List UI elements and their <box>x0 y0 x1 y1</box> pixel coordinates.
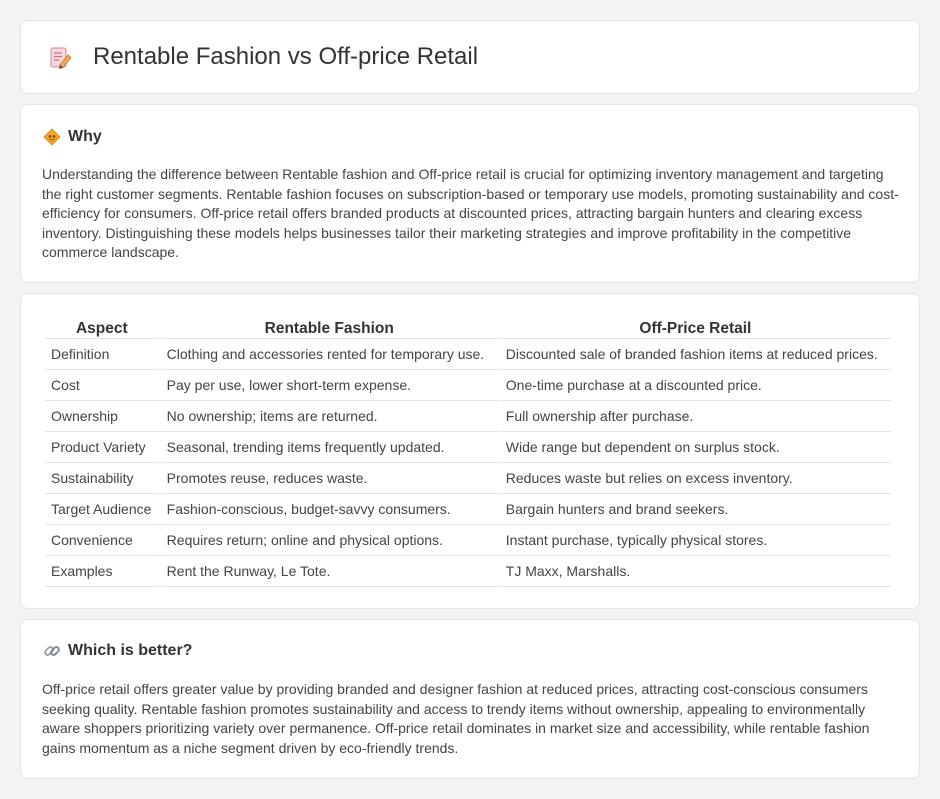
rentable-cell: Seasonal, trending items frequently upda… <box>160 432 498 463</box>
off-price-cell: Bargain hunters and brand seekers. <box>499 494 891 525</box>
comparison-table: Aspect Rentable Fashion Off-Price Retail… <box>43 315 893 587</box>
rentable-cell: Requires return; online and physical opt… <box>160 525 498 556</box>
off-price-cell: Wide range but dependent on surplus stoc… <box>499 432 891 463</box>
header-card: Rentable Fashion vs Off-price Retail <box>20 20 920 94</box>
rentable-cell: Rent the Runway, Le Tote. <box>160 556 498 587</box>
table-header-row: Aspect Rentable Fashion Off-Price Retail <box>45 315 891 339</box>
table-row: Sustainability Promotes reuse, reduces w… <box>45 463 891 494</box>
table-row: Examples Rent the Runway, Le Tote. TJ Ma… <box>45 556 891 587</box>
off-price-cell: Instant purchase, typically physical sto… <box>499 525 891 556</box>
why-text: Understanding the difference between Ren… <box>42 166 899 261</box>
aspect-cell: Target Audience <box>45 494 159 525</box>
off-price-cell: TJ Maxx, Marshalls. <box>499 556 891 587</box>
table-row: Ownership No ownership; items are return… <box>45 401 891 432</box>
why-heading: Why <box>43 128 102 146</box>
header-off-price-retail: Off-Price Retail <box>499 315 891 339</box>
aspect-cell: Cost <box>45 370 159 401</box>
which-is-better-card: Which is better? Off-price retail offers… <box>20 619 920 779</box>
aspect-cell: Ownership <box>45 401 159 432</box>
memo-pencil-icon <box>47 44 73 70</box>
header-aspect: Aspect <box>45 315 159 339</box>
rentable-cell: Fashion-conscious, budget-savvy consumer… <box>160 494 498 525</box>
off-price-cell: Full ownership after purchase. <box>499 401 891 432</box>
header-rentable-fashion: Rentable Fashion <box>160 315 498 339</box>
table-row: Convenience Requires return; online and … <box>45 525 891 556</box>
better-text: Off-price retail offers greater value by… <box>42 681 870 756</box>
why-card: Why Understanding the difference between… <box>20 104 920 283</box>
link-icon <box>43 642 61 660</box>
aspect-cell: Sustainability <box>45 463 159 494</box>
off-price-cell: Discounted sale of branded fashion items… <box>499 339 891 370</box>
rentable-cell: Promotes reuse, reduces waste. <box>160 463 498 494</box>
aspect-cell: Product Variety <box>45 432 159 463</box>
rentable-cell: Clothing and accessories rented for temp… <box>160 339 498 370</box>
diamond-badge-icon <box>43 128 61 146</box>
table-row: Target Audience Fashion-conscious, budge… <box>45 494 891 525</box>
table-row: Definition Clothing and accessories rent… <box>45 339 891 370</box>
aspect-cell: Definition <box>45 339 159 370</box>
rentable-cell: No ownership; items are returned. <box>160 401 498 432</box>
page-title: Rentable Fashion vs Off-price Retail <box>93 43 479 70</box>
better-title: Which is better? <box>68 642 193 659</box>
better-heading: Which is better? <box>43 642 192 660</box>
rentable-cell: Pay per use, lower short-term expense. <box>160 370 498 401</box>
off-price-cell: Reduces waste but relies on excess inven… <box>499 463 891 494</box>
title-row: Rentable Fashion vs Off-price Retail <box>47 43 478 71</box>
aspect-cell: Convenience <box>45 525 159 556</box>
why-title: Why <box>68 128 102 145</box>
comparison-card: Aspect Rentable Fashion Off-Price Retail… <box>20 293 920 609</box>
off-price-cell: One-time purchase at a discounted price. <box>499 370 891 401</box>
table-row: Cost Pay per use, lower short-term expen… <box>45 370 891 401</box>
table-row: Product Variety Seasonal, trending items… <box>45 432 891 463</box>
aspect-cell: Examples <box>45 556 159 587</box>
